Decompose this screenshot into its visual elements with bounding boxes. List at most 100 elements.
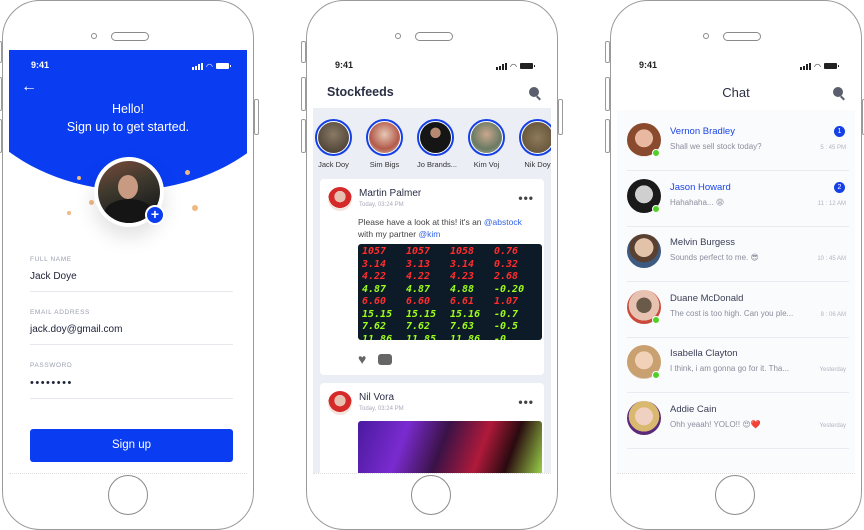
mute-switch [301,41,306,63]
more-options-icon[interactable]: ••• [518,191,534,205]
email-input[interactable]: jack.doy@gmail.com [30,324,233,344]
ticker-value: 3.13 [406,258,431,270]
password-field[interactable]: PASSWORD •••••••• [30,362,233,399]
last-message: The cost is too high. Can you ple... [670,308,794,318]
password-input[interactable]: •••••••• [30,377,233,398]
author-avatar[interactable] [328,391,352,415]
ticker-value: -0.20 [494,283,525,295]
mention-link[interactable]: @kim [418,229,440,239]
stockfeeds-screen: 9:41 ◠ Stockfeeds Jack Doy Sim Bigs Jo B… [313,50,551,474]
status-time: 9:41 [31,60,50,70]
camera-dot [395,33,401,39]
status-bar: 9:41 ◠ [617,60,855,72]
contact-avatar [627,234,661,268]
ticker-value: 11.85 [406,333,437,341]
unread-badge: 2 [834,181,845,193]
search-icon[interactable] [529,87,539,97]
power-button [254,99,259,135]
battery-icon [520,63,535,69]
home-button[interactable] [715,475,755,515]
ticker-value: 15.16 [450,308,481,320]
sign-up-button[interactable]: Sign up [30,429,233,462]
chat-list-item[interactable]: Vernon Bradley Shall we sell stock today?… [627,116,849,171]
home-button[interactable] [411,475,451,515]
chat-list-item[interactable]: Melvin Burgess Sounds perfect to me. 😎 10 … [627,227,849,282]
back-arrow-icon[interactable]: ← [21,78,37,96]
post-author[interactable]: Nil Vora [359,392,394,403]
ticker-value: 1058 [450,246,475,257]
like-heart-icon[interactable]: ♥ [358,351,366,367]
online-status-dot [652,315,660,324]
post-author[interactable]: Martin Palmer [359,188,421,199]
story-name: Sim Bigs [369,160,400,169]
full-name-input[interactable]: Jack Doye [30,271,233,291]
field-label: EMAIL ADDRESS [30,309,90,316]
ticker-value: -0.5 [494,321,519,332]
comment-icon[interactable] [378,354,393,365]
mention-link[interactable]: @abstock [484,217,522,227]
chat-list-item[interactable]: Addie Cain Ohh yeaah! YOLO!! 😍❤️ Yesterday [627,394,849,449]
wifi-icon: ◠ [510,61,517,71]
author-avatar[interactable] [328,187,352,211]
email-field[interactable]: EMAIL ADDRESS jack.doy@gmail.com [30,309,233,345]
ticker-value: 4.88 [450,283,475,295]
search-icon[interactable] [833,87,843,97]
home-button[interactable] [108,475,148,515]
post-text: Please have a look at this! it's an @abs… [358,217,522,239]
ticker-value: 7.63 [450,321,475,332]
story-item[interactable]: Sim Bigs [366,119,403,169]
signal-icon [496,62,508,70]
last-message: I think, i am gonna go for it. Tha... [670,364,790,373]
ticker-value: 1057 [362,246,387,257]
story-name: Jack Doy [318,160,349,169]
ticker-value: 4.87 [362,283,387,295]
post-card: Nil Vora Today, 03:24 PM ••• [320,383,544,473]
post-time: Today, 03:24 PM [359,406,404,412]
more-options-icon[interactable]: ••• [518,395,534,409]
contact-name: Addie Cain [670,403,717,415]
last-message: Shall we sell stock today? [670,142,762,151]
chat-list-item[interactable]: Jason Howard Hahahaha... 😩 11 : 12 AM 2 [627,172,849,227]
decor-dot [185,170,190,175]
ticker-value: -0.7 [494,308,519,320]
story-name: Jo Brands... [417,160,458,169]
battery-icon [824,63,839,69]
online-status-dot [652,371,660,379]
volume-up-button [0,77,2,111]
post-image[interactable] [358,421,542,473]
ticker-value: 3.14 [450,258,475,270]
story-item[interactable]: Kim Voj [468,119,505,169]
power-button [558,99,563,135]
ticker-value: 7.62 [406,321,431,332]
story-item[interactable]: Jack Doy [315,119,352,169]
decor-dot [67,211,71,215]
message-time: 5 : 45 PM [820,145,846,151]
story-name: Nik Doy [524,160,551,169]
full-name-field[interactable]: FULL NAME Jack Doye [30,256,233,292]
status-bar: 9:41 ◠ [9,60,247,72]
story-avatar [369,122,400,153]
post-image-ticker[interactable]: 1057 1057 1058 0.76 3.14 3.13 3.14 0.32 4.22 4.22… [358,244,542,340]
status-bar: 9:41 ◠ [313,60,551,72]
ticker-value: 7.62 [362,321,387,332]
story-item[interactable]: Jo Brands... [417,119,458,169]
battery-icon [216,63,231,69]
story-item[interactable]: Nik Doy [519,119,551,169]
add-photo-icon[interactable]: + [145,205,165,225]
speaker-grill [111,32,149,41]
camera-dot [703,33,709,39]
chat-list-item[interactable]: Isabella Clayton I think, i am gonna go f… [627,338,849,393]
ticker-value: 0.32 [494,258,519,270]
last-message: Ohh yeaah! YOLO!! 😍❤️ [670,419,761,429]
chat-list-item[interactable]: Duane McDonald The cost is too high. Can … [627,283,849,338]
stories-row[interactable]: Jack Doy Sim Bigs Jo Brands... Kim Voj N… [315,119,551,169]
field-label: PASSWORD [30,362,73,369]
phone-stockfeeds: 9:41 ◠ Stockfeeds Jack Doy Sim Bigs Jo B… [301,0,563,530]
speaker-grill [415,32,453,41]
stock-ticker-board: 1057 1057 1058 0.76 3.14 3.13 3.14 0.32 4.22 4.22… [358,244,542,340]
volume-down-button [605,119,610,153]
ticker-value: 11.86 [362,333,393,341]
ticker-value: 4.22 [362,271,387,282]
story-name: Kim Voj [473,160,500,169]
signup-screen: 9:41 ◠ ← Hello! Sign up to get started. … [9,50,247,474]
